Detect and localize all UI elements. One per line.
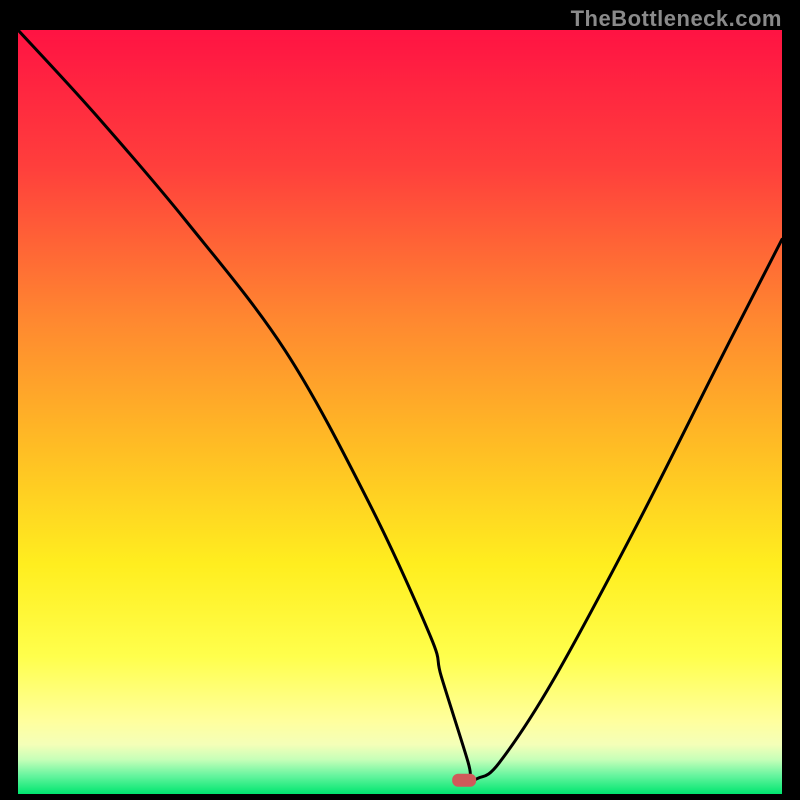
chart-frame: [18, 30, 782, 794]
plot-background: [18, 30, 782, 794]
watermark-text: TheBottleneck.com: [571, 6, 782, 32]
optimal-marker: [452, 774, 476, 787]
bottleneck-chart: [18, 30, 782, 794]
